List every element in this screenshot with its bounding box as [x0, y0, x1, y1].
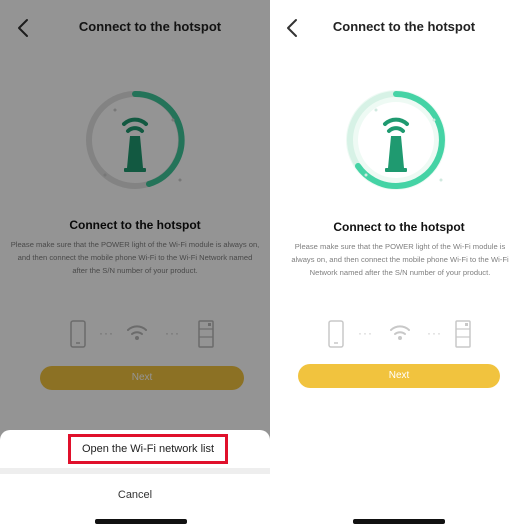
next-button[interactable]: Next	[298, 364, 500, 388]
open-wifi-list-button[interactable]: Open the Wi-Fi network list	[68, 434, 228, 464]
action-sheet: Open the Wi-Fi network list Cancel	[0, 430, 270, 526]
sheet-divider	[0, 468, 270, 474]
screen-with-action-sheet: Connect to the hotspot Connect to the ho…	[0, 0, 270, 526]
phone-icon	[328, 320, 344, 348]
wifi-icon	[390, 325, 410, 340]
cancel-button[interactable]: Cancel	[0, 482, 270, 508]
connection-diagram: ··· ···	[275, 320, 523, 352]
back-button[interactable]	[281, 14, 305, 42]
back-chevron-icon	[287, 19, 297, 37]
dots-right: ···	[427, 326, 442, 340]
page-title: Connect to the hotspot	[332, 19, 476, 34]
instructions-text: Please make sure that the POWER light of…	[291, 242, 509, 277]
router-icon	[455, 320, 471, 348]
screen-plain: Connect to the hotspot Connect to the ho…	[275, 0, 523, 526]
screen-content: Connect to the hotspot Connect to the ho…	[275, 0, 523, 526]
hotspot-illustration	[336, 80, 456, 200]
dots-left: ···	[358, 326, 373, 340]
home-indicator	[353, 519, 445, 524]
section-heading: Connect to the hotspot	[333, 220, 465, 234]
home-indicator	[95, 519, 187, 524]
header: Connect to the hotspot	[275, 0, 523, 56]
